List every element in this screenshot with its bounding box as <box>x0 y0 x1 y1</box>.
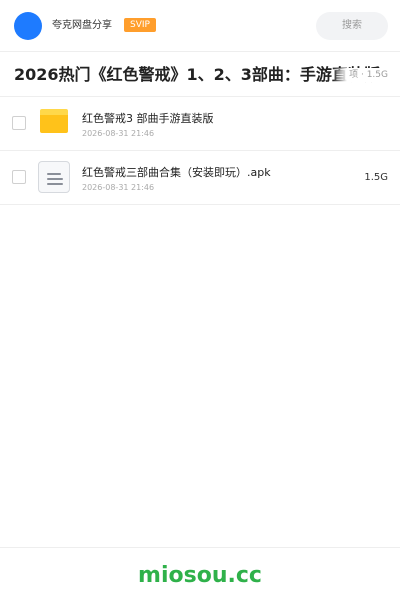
top-bar: 夸克网盘分享 SVIP 搜索 <box>0 0 400 52</box>
list-item-folder[interactable]: 红色警戒3 部曲手游直装版 2026-08-31 21:46 <box>0 97 400 151</box>
watermark-logo: miosou.cc <box>138 563 262 588</box>
file-date: 2026-08-31 21:46 <box>82 129 155 138</box>
footer: miosou.cc <box>0 547 400 600</box>
share-page: 夸克网盘分享 SVIP 搜索 2026热门《红色警戒》1、2、3部曲：手游直装版… <box>0 0 400 600</box>
username: 夸克网盘分享 <box>52 20 112 31</box>
folder-icon <box>40 109 68 133</box>
file-size: 1.5G <box>364 172 388 183</box>
share-meta: 项 · 1.5G <box>333 68 388 82</box>
file-name: 红色警戒三部曲合集（安装即玩）.apk <box>82 166 271 179</box>
avatar[interactable] <box>14 12 42 40</box>
file-date: 2026-08-31 21:46 <box>82 183 155 192</box>
vip-badge: SVIP <box>124 18 156 32</box>
search-button[interactable]: 搜索 <box>316 12 388 40</box>
share-title-row: 2026热门《红色警戒》1、2、3部曲：手游直装版 项 · 1.5G <box>0 53 400 97</box>
list-item-file[interactable]: 红色警戒三部曲合集（安装即玩）.apk 2026-08-31 21:46 1.5… <box>0 151 400 205</box>
document-icon <box>38 161 70 193</box>
item-checkbox[interactable] <box>12 116 26 130</box>
file-list: 红色警戒3 部曲手游直装版 2026-08-31 21:46 红色警戒三部曲合集… <box>0 97 400 205</box>
item-checkbox[interactable] <box>12 170 26 184</box>
file-name: 红色警戒3 部曲手游直装版 <box>82 112 214 125</box>
share-title: 2026热门《红色警戒》1、2、3部曲：手游直装版 <box>14 65 380 84</box>
